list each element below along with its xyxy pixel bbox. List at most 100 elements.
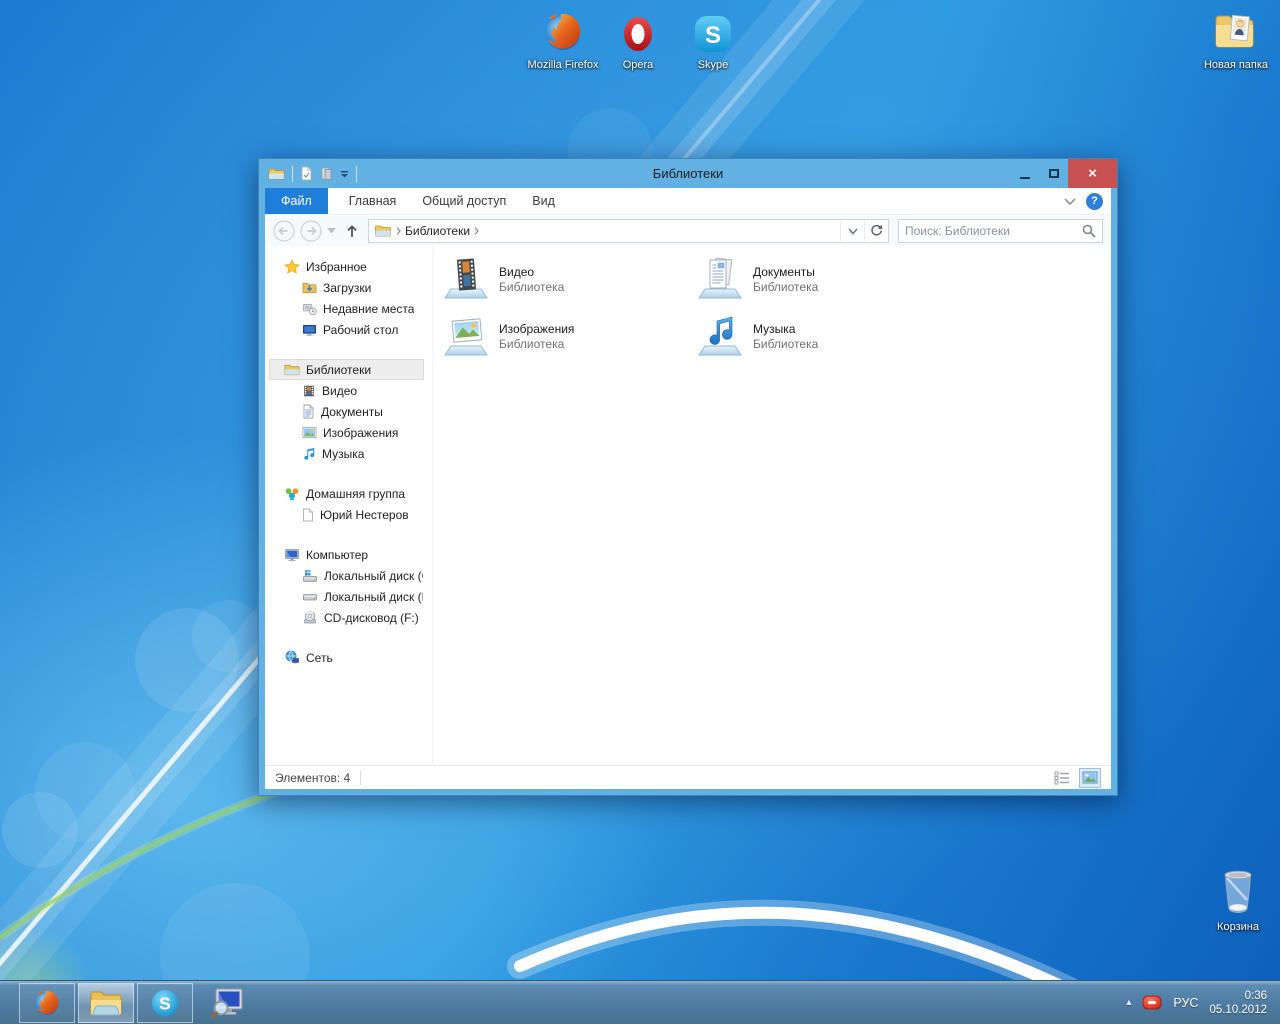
library-item-subtitle: Библиотека — [499, 337, 565, 351]
desktop-icon-skype[interactable]: S Skype — [674, 12, 752, 72]
history-dropdown-icon[interactable] — [327, 227, 336, 234]
ribbon-expand-icon[interactable] — [1064, 197, 1076, 205]
sidebar-item-label: Недавние места — [323, 301, 415, 316]
navigation-bar: Библиотеки — [265, 214, 1111, 246]
explorer-window: Библиотеки × Файл Главная Общий доступ В… — [258, 158, 1118, 796]
sidebar-item-label: Документы — [321, 404, 383, 419]
star-icon — [284, 258, 300, 274]
address-dropdown-button[interactable] — [840, 219, 864, 242]
tab-home[interactable]: Главная — [336, 188, 410, 214]
sidebar-item-libraries[interactable]: Библиотеки — [269, 359, 424, 380]
libraries-icon — [284, 364, 300, 375]
list-view-button[interactable] — [1051, 768, 1073, 788]
sidebar-item-music[interactable]: Музыка — [269, 443, 424, 464]
desktop-icon-firefox[interactable]: Mozilla Firefox — [524, 8, 602, 72]
sidebar-item-label: Рабочий стол — [323, 322, 399, 337]
maximize-button[interactable] — [1039, 159, 1068, 188]
help-button[interactable]: ? — [1086, 192, 1103, 210]
sidebar-item-label: Домашняя группа — [306, 486, 406, 501]
system-disk-icon — [303, 569, 317, 582]
desktop-icon-label: Mozilla Firefox — [527, 59, 599, 71]
thumbnail-view-button[interactable] — [1079, 767, 1101, 788]
tab-share[interactable]: Общий доступ — [409, 188, 519, 214]
taskbar-button-search[interactable] — [204, 983, 250, 1023]
ribbon-tabs: Файл Главная Общий доступ Вид ? — [265, 188, 1111, 214]
sidebar-item-desktop[interactable]: Рабочий стол — [269, 319, 424, 340]
content-area: Избранное Загрузки Недавние места Рабочи… — [265, 246, 1111, 765]
disk-icon — [303, 593, 317, 600]
taskbar-button-skype[interactable]: S — [137, 982, 193, 1023]
sidebar-item-label: Локальный диск (D — [324, 589, 423, 604]
tab-file[interactable]: Файл — [265, 188, 328, 214]
breadcrumb-arrow-icon[interactable] — [474, 226, 479, 235]
sidebar-item-label: Сеть — [306, 650, 333, 665]
tray-time: 0:36 — [1244, 989, 1267, 1002]
navigation-pane: Избранное Загрузки Недавние места Рабочи… — [265, 246, 433, 765]
pictures-icon — [302, 426, 317, 439]
pictures-library-icon — [444, 318, 488, 356]
sidebar-item-disk-d[interactable]: Локальный диск (D — [269, 586, 424, 607]
search-icon[interactable] — [1082, 224, 1096, 238]
sidebar-item-video[interactable]: Видео — [269, 380, 424, 401]
tray-expand-icon[interactable]: ▴ — [1126, 997, 1131, 1008]
breadcrumb-libraries[interactable]: Библиотеки — [405, 224, 470, 238]
user-document-icon — [303, 508, 313, 521]
sidebar-item-documents[interactable]: Документы — [269, 401, 424, 422]
firefox-icon — [546, 14, 581, 50]
tray-red-icon[interactable] — [1142, 995, 1162, 1010]
sidebar-item-computer[interactable]: Компьютер — [269, 544, 424, 565]
sidebar-item-favorites[interactable]: Избранное — [269, 256, 424, 277]
library-item-music[interactable]: Музыка Библиотека — [697, 313, 941, 365]
sidebar-item-disk-c[interactable]: Локальный диск (C — [269, 565, 424, 586]
library-item-video[interactable]: Видео Библиотека — [443, 256, 687, 308]
desktop-icon-new-folder[interactable]: Новая папка — [1197, 6, 1275, 72]
library-item-subtitle: Библиотека — [499, 280, 565, 294]
svg-text:S: S — [159, 993, 171, 1013]
homegroup-icon — [285, 488, 299, 501]
search-monitor-icon — [211, 988, 243, 1019]
music-note-icon — [304, 447, 315, 460]
ribbon-right-controls: ? — [1064, 188, 1111, 214]
search-input[interactable] — [905, 223, 1082, 238]
sidebar-item-pictures[interactable]: Изображения — [269, 422, 424, 443]
taskbar-button-explorer[interactable] — [78, 982, 134, 1023]
sidebar-item-recent-places[interactable]: Недавние места — [269, 298, 424, 319]
up-button[interactable] — [345, 224, 359, 238]
sidebar-item-homegroup[interactable]: Домашняя группа — [269, 483, 424, 504]
library-item-pictures[interactable]: Изображения Библиотека — [443, 313, 687, 365]
library-item-documents[interactable]: Документы Библиотека — [697, 256, 941, 308]
close-button[interactable]: × — [1068, 159, 1117, 188]
forward-button[interactable] — [300, 219, 322, 242]
desktop-icon-opera[interactable]: Opera — [599, 12, 677, 72]
sidebar-item-user[interactable]: Юрий Нестеров — [269, 504, 424, 525]
desktop-icon-label: Новая папка — [1203, 59, 1269, 71]
minimize-button[interactable] — [1010, 159, 1039, 188]
video-library-icon — [444, 258, 488, 299]
sidebar-item-label: Избранное — [306, 259, 367, 274]
address-bar[interactable]: Библиотеки — [368, 218, 889, 243]
language-indicator[interactable]: РУС — [1173, 996, 1198, 1010]
sidebar-item-cd-drive[interactable]: CD-дисковод (F:) — [269, 607, 424, 628]
breadcrumb-arrow-icon[interactable] — [396, 226, 401, 235]
taskbar: S ▴ РУС 0:36 05.10.2012 — [0, 980, 1280, 1024]
system-tray: ▴ РУС 0:36 05.10.2012 — [1126, 989, 1280, 1017]
tray-date: 05.10.2012 — [1209, 1003, 1267, 1016]
window-title: Библиотеки — [652, 166, 724, 181]
tab-view[interactable]: Вид — [519, 188, 568, 214]
tray-clock[interactable]: 0:36 05.10.2012 — [1209, 989, 1267, 1017]
library-item-subtitle: Библиотека — [753, 280, 819, 294]
taskbar-button-firefox[interactable] — [19, 982, 75, 1023]
desktop-icon-recycle-bin[interactable]: Корзина — [1199, 866, 1277, 934]
sidebar-item-downloads[interactable]: Загрузки — [269, 277, 424, 298]
sidebar-item-network[interactable]: Сеть — [269, 647, 424, 668]
folder-icon — [1215, 14, 1254, 48]
documents-library-icon — [698, 257, 742, 299]
sidebar-item-label: Загрузки — [323, 280, 372, 295]
explorer-folder-icon — [90, 991, 122, 1015]
search-box — [898, 218, 1103, 243]
taskbar-buttons: S — [0, 981, 250, 1024]
refresh-button[interactable] — [864, 219, 888, 242]
items-view: Видео Библиотека Документы Библиотека Из… — [433, 246, 1111, 765]
desktop-icon-label: Skype — [697, 59, 729, 71]
back-button[interactable] — [273, 219, 295, 242]
